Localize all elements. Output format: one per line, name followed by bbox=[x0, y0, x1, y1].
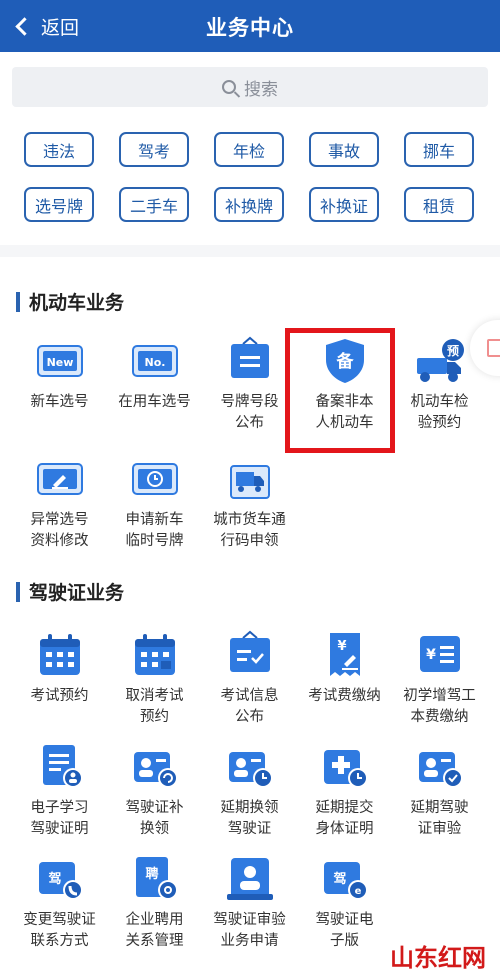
license-services-grid: 考试预约 取消考试 预约 考试信息 公布 ¥ 考试费缴纳 ¥ 初学增驾工 本费缴纳电子学习 … bbox=[12, 630, 488, 952]
service-item-label: 异常选号 资料修改 bbox=[30, 512, 89, 549]
section-bar bbox=[16, 581, 20, 602]
service-item-label: 变更驾驶证 联系方式 bbox=[23, 912, 96, 949]
service-item-label: 企业聘用 关系管理 bbox=[125, 912, 184, 949]
service-item[interactable]: 考试预约 bbox=[12, 630, 107, 728]
service-item[interactable]: New 新车选号 bbox=[12, 336, 107, 434]
service-item-label: 取消考试 预约 bbox=[125, 688, 184, 725]
section-title-vehicle: 机动车业务 bbox=[16, 288, 124, 315]
medical-clock-icon bbox=[320, 742, 370, 792]
quick-tags: 违法 驾考 年检 事故 挪车选号牌 二手车 补换牌 补换证 租赁 bbox=[24, 132, 476, 222]
calendar-cancel-icon bbox=[130, 630, 180, 680]
service-item-label: 延期换领 驾驶证 bbox=[220, 800, 279, 837]
service-item[interactable]: 异常选号 资料修改 bbox=[12, 454, 107, 552]
quick-tag[interactable]: 年检 bbox=[214, 132, 284, 167]
service-item-label: 驾驶证审验 业务申请 bbox=[213, 912, 286, 949]
service-item-label: 在用车选号 bbox=[118, 394, 191, 410]
quick-tag[interactable]: 二手车 bbox=[119, 187, 189, 222]
svg-text:e: e bbox=[354, 886, 361, 897]
service-item-label: 申请新车 临时号牌 bbox=[125, 512, 184, 549]
service-item[interactable]: 驾驶证补 换领 bbox=[107, 742, 202, 840]
service-item[interactable]: 申请新车 临时号牌 bbox=[107, 454, 202, 552]
service-item[interactable]: ¥ 考试费缴纳 bbox=[297, 630, 392, 728]
service-item[interactable]: 驾驶证审验 业务申请 bbox=[202, 854, 297, 952]
quick-tag[interactable]: 事故 bbox=[309, 132, 379, 167]
search-input[interactable]: 搜索 bbox=[12, 67, 488, 107]
service-item[interactable]: 号牌号段 公布 bbox=[202, 336, 297, 434]
cost-card-icon: ¥ bbox=[415, 630, 465, 680]
service-item[interactable]: 驾变更驾驶证 联系方式 bbox=[12, 854, 107, 952]
quick-tag[interactable]: 补换牌 bbox=[214, 187, 284, 222]
vehicle-services-grid: New 新车选号 No. 在用车选号 号牌号段 公布备备案非本 人机动车预机动车检 验预… bbox=[12, 336, 488, 552]
cargo-truck-icon bbox=[225, 454, 275, 504]
service-item[interactable]: ¥ 初学增驾工 本费缴纳 bbox=[392, 630, 487, 728]
app-header: 返回 业务中心 bbox=[0, 0, 500, 52]
service-item[interactable]: 聘企业聘用 关系管理 bbox=[107, 854, 202, 952]
new-plate-icon: New bbox=[35, 336, 85, 386]
service-item[interactable]: 考试信息 公布 bbox=[202, 630, 297, 728]
service-item-label: 延期驾驶 证审验 bbox=[410, 800, 469, 837]
svg-text:驾: 驾 bbox=[333, 871, 346, 887]
quick-tag[interactable]: 补换证 bbox=[309, 187, 379, 222]
section-bar bbox=[16, 291, 20, 312]
service-item-label: 城市货车通 行码申领 bbox=[213, 512, 286, 549]
service-item-label: 延期提交 身体证明 bbox=[315, 800, 374, 837]
service-item-label: 电子学习 驾驶证明 bbox=[30, 800, 89, 837]
e-document-icon bbox=[35, 742, 85, 792]
svg-text:No.: No. bbox=[144, 356, 165, 369]
svg-text:聘: 聘 bbox=[145, 866, 158, 882]
license-phone-icon: 驾 bbox=[35, 854, 85, 904]
section-divider bbox=[0, 245, 500, 257]
temp-plate-clock-icon bbox=[130, 454, 180, 504]
service-item[interactable]: 取消考试 预约 bbox=[107, 630, 202, 728]
service-item-label: 初学增驾工 本费缴纳 bbox=[403, 688, 476, 725]
page-title: 业务中心 bbox=[206, 16, 294, 40]
service-item-label: 机动车检 验预约 bbox=[410, 394, 469, 431]
service-item[interactable]: 电子学习 驾驶证明 bbox=[12, 742, 107, 840]
calendar-icon bbox=[35, 630, 85, 680]
highlight-frame bbox=[285, 328, 395, 453]
service-item-label: 号牌号段 公布 bbox=[220, 394, 279, 431]
quick-tag[interactable]: 租赁 bbox=[404, 187, 474, 222]
svg-text:预: 预 bbox=[446, 344, 458, 358]
section-title-license: 驾驶证业务 bbox=[16, 578, 124, 605]
search-icon bbox=[222, 80, 236, 94]
side-tab-icon bbox=[487, 339, 500, 357]
no-plate-icon: No. bbox=[130, 336, 180, 386]
service-item-label: 驾驶证电 子版 bbox=[315, 912, 374, 949]
edit-plate-icon bbox=[35, 454, 85, 504]
quick-tag[interactable]: 违法 bbox=[24, 132, 94, 167]
service-item-label: 考试预约 bbox=[30, 688, 89, 704]
svg-text:驾: 驾 bbox=[48, 871, 61, 887]
svg-text:¥: ¥ bbox=[337, 639, 346, 654]
service-item[interactable]: 延期驾驶 证审验 bbox=[392, 742, 487, 840]
service-item-label: 新车选号 bbox=[30, 394, 89, 410]
e-license-icon: 驾e bbox=[320, 854, 370, 904]
service-item[interactable]: 延期提交 身体证明 bbox=[297, 742, 392, 840]
quick-tag[interactable]: 挪车 bbox=[404, 132, 474, 167]
fee-receipt-icon: ¥ bbox=[320, 630, 370, 680]
review-person-icon bbox=[225, 854, 275, 904]
plate-board-icon bbox=[225, 336, 275, 386]
license-check-icon bbox=[415, 742, 465, 792]
watermark: 山东红网 bbox=[390, 944, 486, 972]
service-item-label: 驾驶证补 换领 bbox=[125, 800, 184, 837]
search-placeholder: 搜索 bbox=[244, 79, 278, 100]
svg-text:¥: ¥ bbox=[426, 647, 436, 663]
service-item[interactable]: 延期换领 驾驶证 bbox=[202, 742, 297, 840]
quick-tag[interactable]: 选号牌 bbox=[24, 187, 94, 222]
hire-gear-icon: 聘 bbox=[130, 854, 180, 904]
license-renew-icon bbox=[130, 742, 180, 792]
service-item[interactable]: 驾 e 驾驶证电 子版 bbox=[297, 854, 392, 952]
service-item-label: 考试信息 公布 bbox=[220, 688, 279, 725]
service-item[interactable]: 城市货车通 行码申领 bbox=[202, 454, 297, 552]
svg-text:New: New bbox=[46, 356, 73, 369]
service-item-label: 考试费缴纳 bbox=[308, 688, 381, 704]
service-item[interactable]: No. 在用车选号 bbox=[107, 336, 202, 434]
quick-tag[interactable]: 驾考 bbox=[119, 132, 189, 167]
truck-booking-icon: 预 bbox=[415, 336, 465, 386]
license-clock-icon bbox=[225, 742, 275, 792]
exam-board-icon bbox=[225, 630, 275, 680]
